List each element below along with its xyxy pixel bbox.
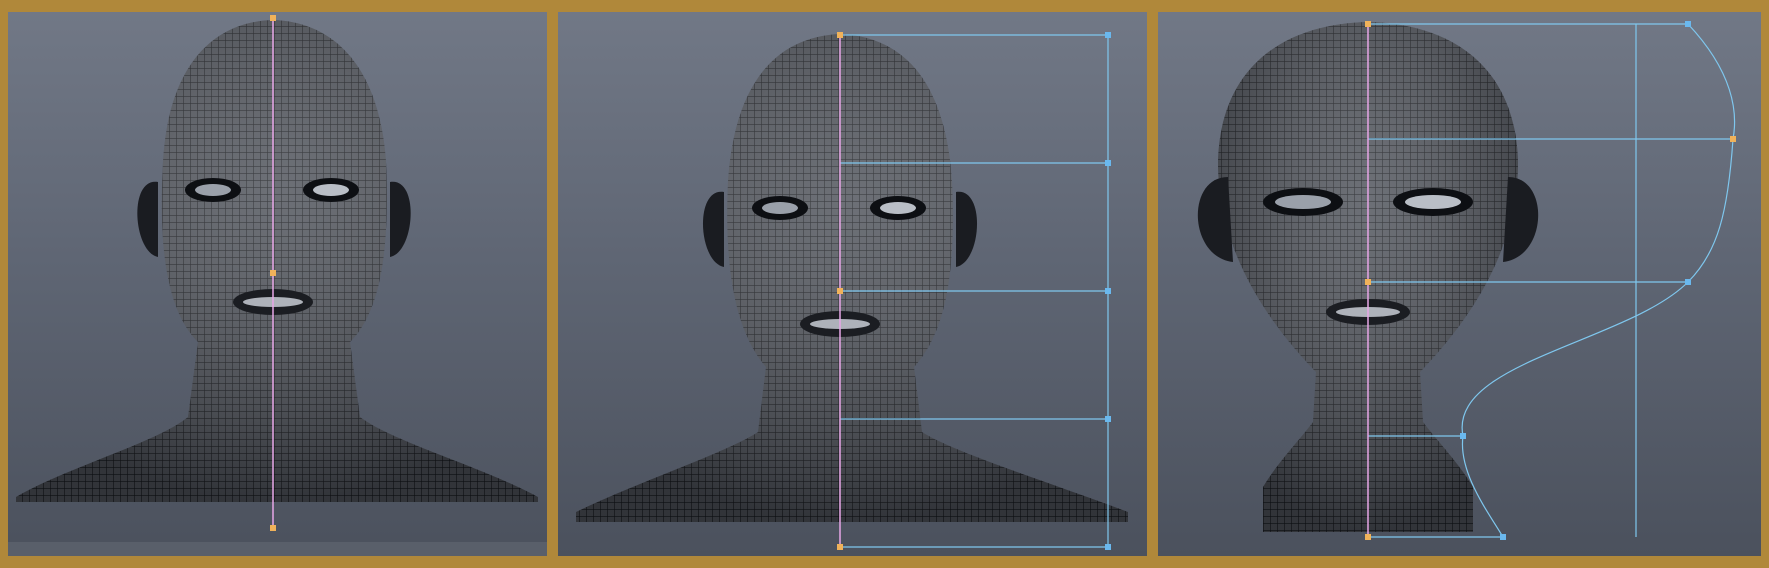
curve-point-4[interactable] [1460, 433, 1466, 439]
ear-right-icon [1503, 177, 1539, 262]
axis-point-bottom[interactable] [837, 544, 843, 550]
axis-point-mid[interactable] [837, 288, 843, 294]
curve-point-1[interactable] [1685, 21, 1691, 27]
curve-point-5[interactable] [1500, 534, 1506, 540]
head-mesh[interactable] [576, 34, 1128, 522]
ear-right-icon [956, 191, 978, 267]
axis-point-top[interactable] [1365, 21, 1371, 27]
axis-point-bottom[interactable] [1365, 534, 1371, 540]
viewport-3-canvas[interactable] [1158, 12, 1761, 556]
head-mesh[interactable] [16, 20, 538, 502]
axis-point-mid[interactable] [270, 270, 276, 276]
curve-point-2-active[interactable] [1730, 136, 1736, 142]
lattice-point-3[interactable] [1105, 288, 1111, 294]
viewport-1-canvas[interactable] [8, 12, 547, 556]
modeling-app-window [0, 0, 1769, 568]
axis-point-top[interactable] [837, 32, 843, 38]
viewport-1-status-strip [8, 542, 547, 556]
lattice-point-4[interactable] [1105, 416, 1111, 422]
curve-point-3[interactable] [1685, 279, 1691, 285]
viewport-2-canvas[interactable] [558, 12, 1147, 556]
ear-left-icon [1197, 177, 1233, 262]
viewport-3[interactable] [1158, 12, 1761, 556]
axis-point-top[interactable] [270, 15, 276, 21]
ear-left-icon [702, 191, 724, 267]
viewport-2[interactable] [558, 12, 1147, 556]
axis-point-mid[interactable] [1365, 279, 1371, 285]
ear-right-icon [390, 181, 411, 257]
axis-point-bottom[interactable] [270, 525, 276, 531]
lattice-point-1[interactable] [1105, 32, 1111, 38]
lattice-point-5[interactable] [1105, 544, 1111, 550]
ear-left-icon [137, 181, 158, 257]
viewport-1[interactable] [8, 12, 547, 556]
lattice-point-2[interactable] [1105, 160, 1111, 166]
